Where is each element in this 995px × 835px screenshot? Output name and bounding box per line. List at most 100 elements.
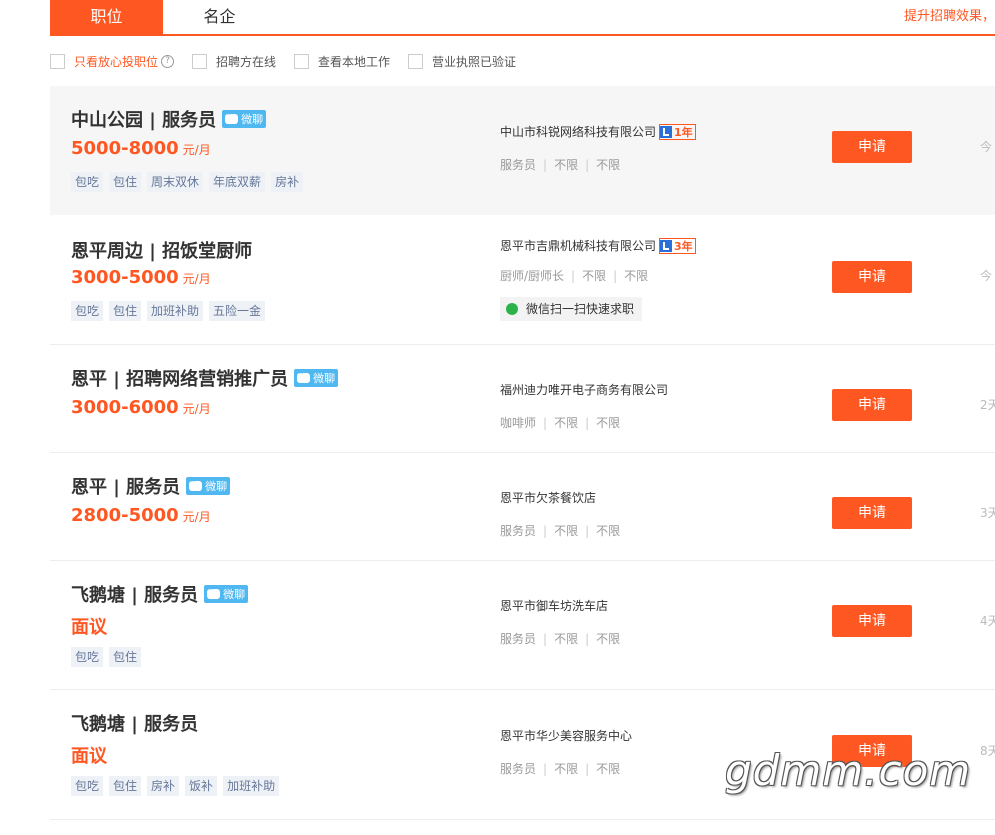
company-name[interactable]: 恩平市吉鼎机械科技有限公司 3年 [500,237,696,254]
education: 不限 [554,416,579,430]
benefit-tags: 包吃 包住 加班补助 五险一金 [71,301,271,321]
salary-value: 2800-5000 [71,505,179,526]
education: 不限 [554,158,579,172]
apply-button[interactable]: 申请 [832,497,912,529]
post-time: 3天 [980,506,995,520]
job-meta: 服务员 | 不限 | 不限 [500,762,621,776]
company-name[interactable]: 恩平市御车坊洗车店 [500,597,608,614]
job-title-text[interactable]: 中山公园 | 服务员 [71,106,216,132]
filter-recruiter-online[interactable]: 招聘方在线 [192,53,276,70]
benefit-tag: 五险一金 [209,301,266,321]
promo-link[interactable]: 提升招聘效果， [904,0,995,34]
job-meta: 厨师/厨师长 | 不限 | 不限 [500,269,649,283]
chat-bubble-icon [207,585,221,599]
job-item: 恩平 | 招聘网络营销推广员 微聊 3000-6000元/月 福州迪力唯开电子商… [50,345,995,453]
checkbox[interactable] [50,53,65,69]
tab-famous-companies[interactable]: 名企 [163,0,276,34]
wechat-icon [506,303,518,315]
benefit-tag: 包住 [109,776,142,796]
weiliao-badge[interactable]: 微聊 [186,477,231,495]
benefit-tags: 包吃 包住 房补 饭补 加班补助 [71,776,285,796]
salary-value: 面议 [71,617,107,638]
job-title-text[interactable]: 恩平 | 招聘网络营销推广员 [71,365,288,391]
job-title[interactable]: 飞鹅塘 | 服务员 微聊 [71,581,249,607]
benefit-tags: 包吃 包住 [71,647,147,667]
post-time: 今 [980,269,993,283]
company-name-text[interactable]: 中山市科锐网络科技有限公司 [500,123,656,140]
member-logo-icon [660,239,673,252]
benefit-tag: 周末双休 [147,172,204,192]
salary-value: 面议 [71,746,107,767]
apply-button[interactable]: 申请 [832,261,912,293]
post-time: 4天 [980,614,995,628]
checkbox[interactable] [294,53,310,69]
company-name[interactable]: 福州迪力唯开电子商务有限公司 [500,381,668,398]
job-title[interactable]: 飞鹅塘 | 服务员 [71,710,198,736]
benefit-tag: 加班补助 [147,301,204,321]
apply-button[interactable]: 申请 [832,389,912,421]
filter-safe-apply[interactable]: 只看放心投职位 ? [50,53,175,70]
company-name-text[interactable]: 福州迪力唯开电子商务有限公司 [500,381,668,398]
weiliao-badge[interactable]: 微聊 [222,110,267,128]
salary: 面议 [71,742,111,768]
job-item: 中山公园 | 服务员 微聊 5000-8000元/月 包吃 包住 周末双休 年底… [50,86,995,215]
tab-positions[interactable]: 职位 [50,0,163,34]
benefit-tag: 饭补 [185,776,218,796]
job-item: 飞鹅塘 | 服务员 微聊 面议 包吃 包住 恩平市御车坊洗车店 服务员|不限|不… [50,561,995,690]
site-watermark: gdmm.com [725,746,972,795]
job-title[interactable]: 恩平 | 服务员 微聊 [71,473,231,499]
salary: 3000-6000 元/月 [71,397,211,418]
education: 不限 [582,269,607,283]
filter-license-verified[interactable]: 营业执照已验证 [408,53,516,70]
apply-button[interactable]: 申请 [832,605,912,637]
company-name[interactable]: 中山市科锐网络科技有限公司 1年 [500,123,696,140]
weiliao-badge[interactable]: 微聊 [204,585,249,603]
chat-bubble-icon [297,369,311,383]
benefit-tag: 包住 [109,301,142,321]
job-title[interactable]: 恩平周边 | 招饭堂厨师 [71,237,252,263]
post-time: 2天 [980,398,995,412]
job-title[interactable]: 恩平 | 招聘网络营销推广员 微聊 [71,365,339,391]
company-name-text[interactable]: 恩平市御车坊洗车店 [500,597,608,614]
wechat-scan-text: 微信扫一扫快速求职 [526,302,635,316]
job-title-text[interactable]: 恩平 | 服务员 [71,473,180,499]
experience: 不限 [596,158,621,172]
company-name-text[interactable]: 恩平市吉鼎机械科技有限公司 [500,237,656,254]
benefit-tag: 房补 [271,172,304,192]
company-name[interactable]: 恩平市欠茶餐饮店 [500,489,596,506]
weiliao-label: 微聊 [241,113,264,126]
post-time: 今 [980,140,993,154]
company-name-text[interactable]: 恩平市华少美容服务中心 [500,727,632,744]
filter-bar: 只看放心投职位 ? 招聘方在线 查看本地工作 营业执照已验证 [50,50,534,72]
top-tabs: 职位 名企 提升招聘效果， [50,0,995,36]
job-meta: 服务员 | 不限 | 不限 [500,524,621,538]
checkbox[interactable] [192,53,208,69]
job-title-text[interactable]: 飞鹅塘 | 服务员 [71,710,198,736]
wechat-scan-badge[interactable]: 微信扫一扫快速求职 [500,297,643,321]
salary: 2800-5000 元/月 [71,505,211,526]
salary-value: 3000-5000 [71,267,179,288]
member-years-badge: 3年 [659,237,696,254]
job-category: 咖啡师 [500,416,537,430]
company-name-text[interactable]: 恩平市欠茶餐饮店 [500,489,596,506]
job-title-text[interactable]: 飞鹅塘 | 服务员 [71,581,198,607]
education: 不限 [554,632,579,646]
weiliao-badge[interactable]: 微聊 [294,369,339,387]
job-meta: 咖啡师 | 不限 | 不限 [500,416,621,430]
salary-unit: 元/月 [182,272,211,286]
salary-value: 3000-6000 [71,397,179,418]
job-title-text[interactable]: 恩平周边 | 招饭堂厨师 [71,237,252,263]
company-name[interactable]: 恩平市华少美容服务中心 [500,727,632,744]
education: 不限 [554,524,579,538]
member-years: 1年 [674,125,693,139]
job-category: 服务员 [500,762,537,776]
member-years-badge: 1年 [659,123,696,140]
filter-local-jobs[interactable]: 查看本地工作 [294,53,390,70]
help-icon[interactable]: ? [161,54,175,68]
checkbox[interactable] [408,53,424,69]
filter-label: 招聘方在线 [216,54,277,69]
salary: 5000-8000 元/月 [71,138,211,159]
salary: 3000-5000 元/月 [71,267,211,288]
apply-button[interactable]: 申请 [832,131,912,163]
job-title[interactable]: 中山公园 | 服务员 微聊 [71,106,267,132]
